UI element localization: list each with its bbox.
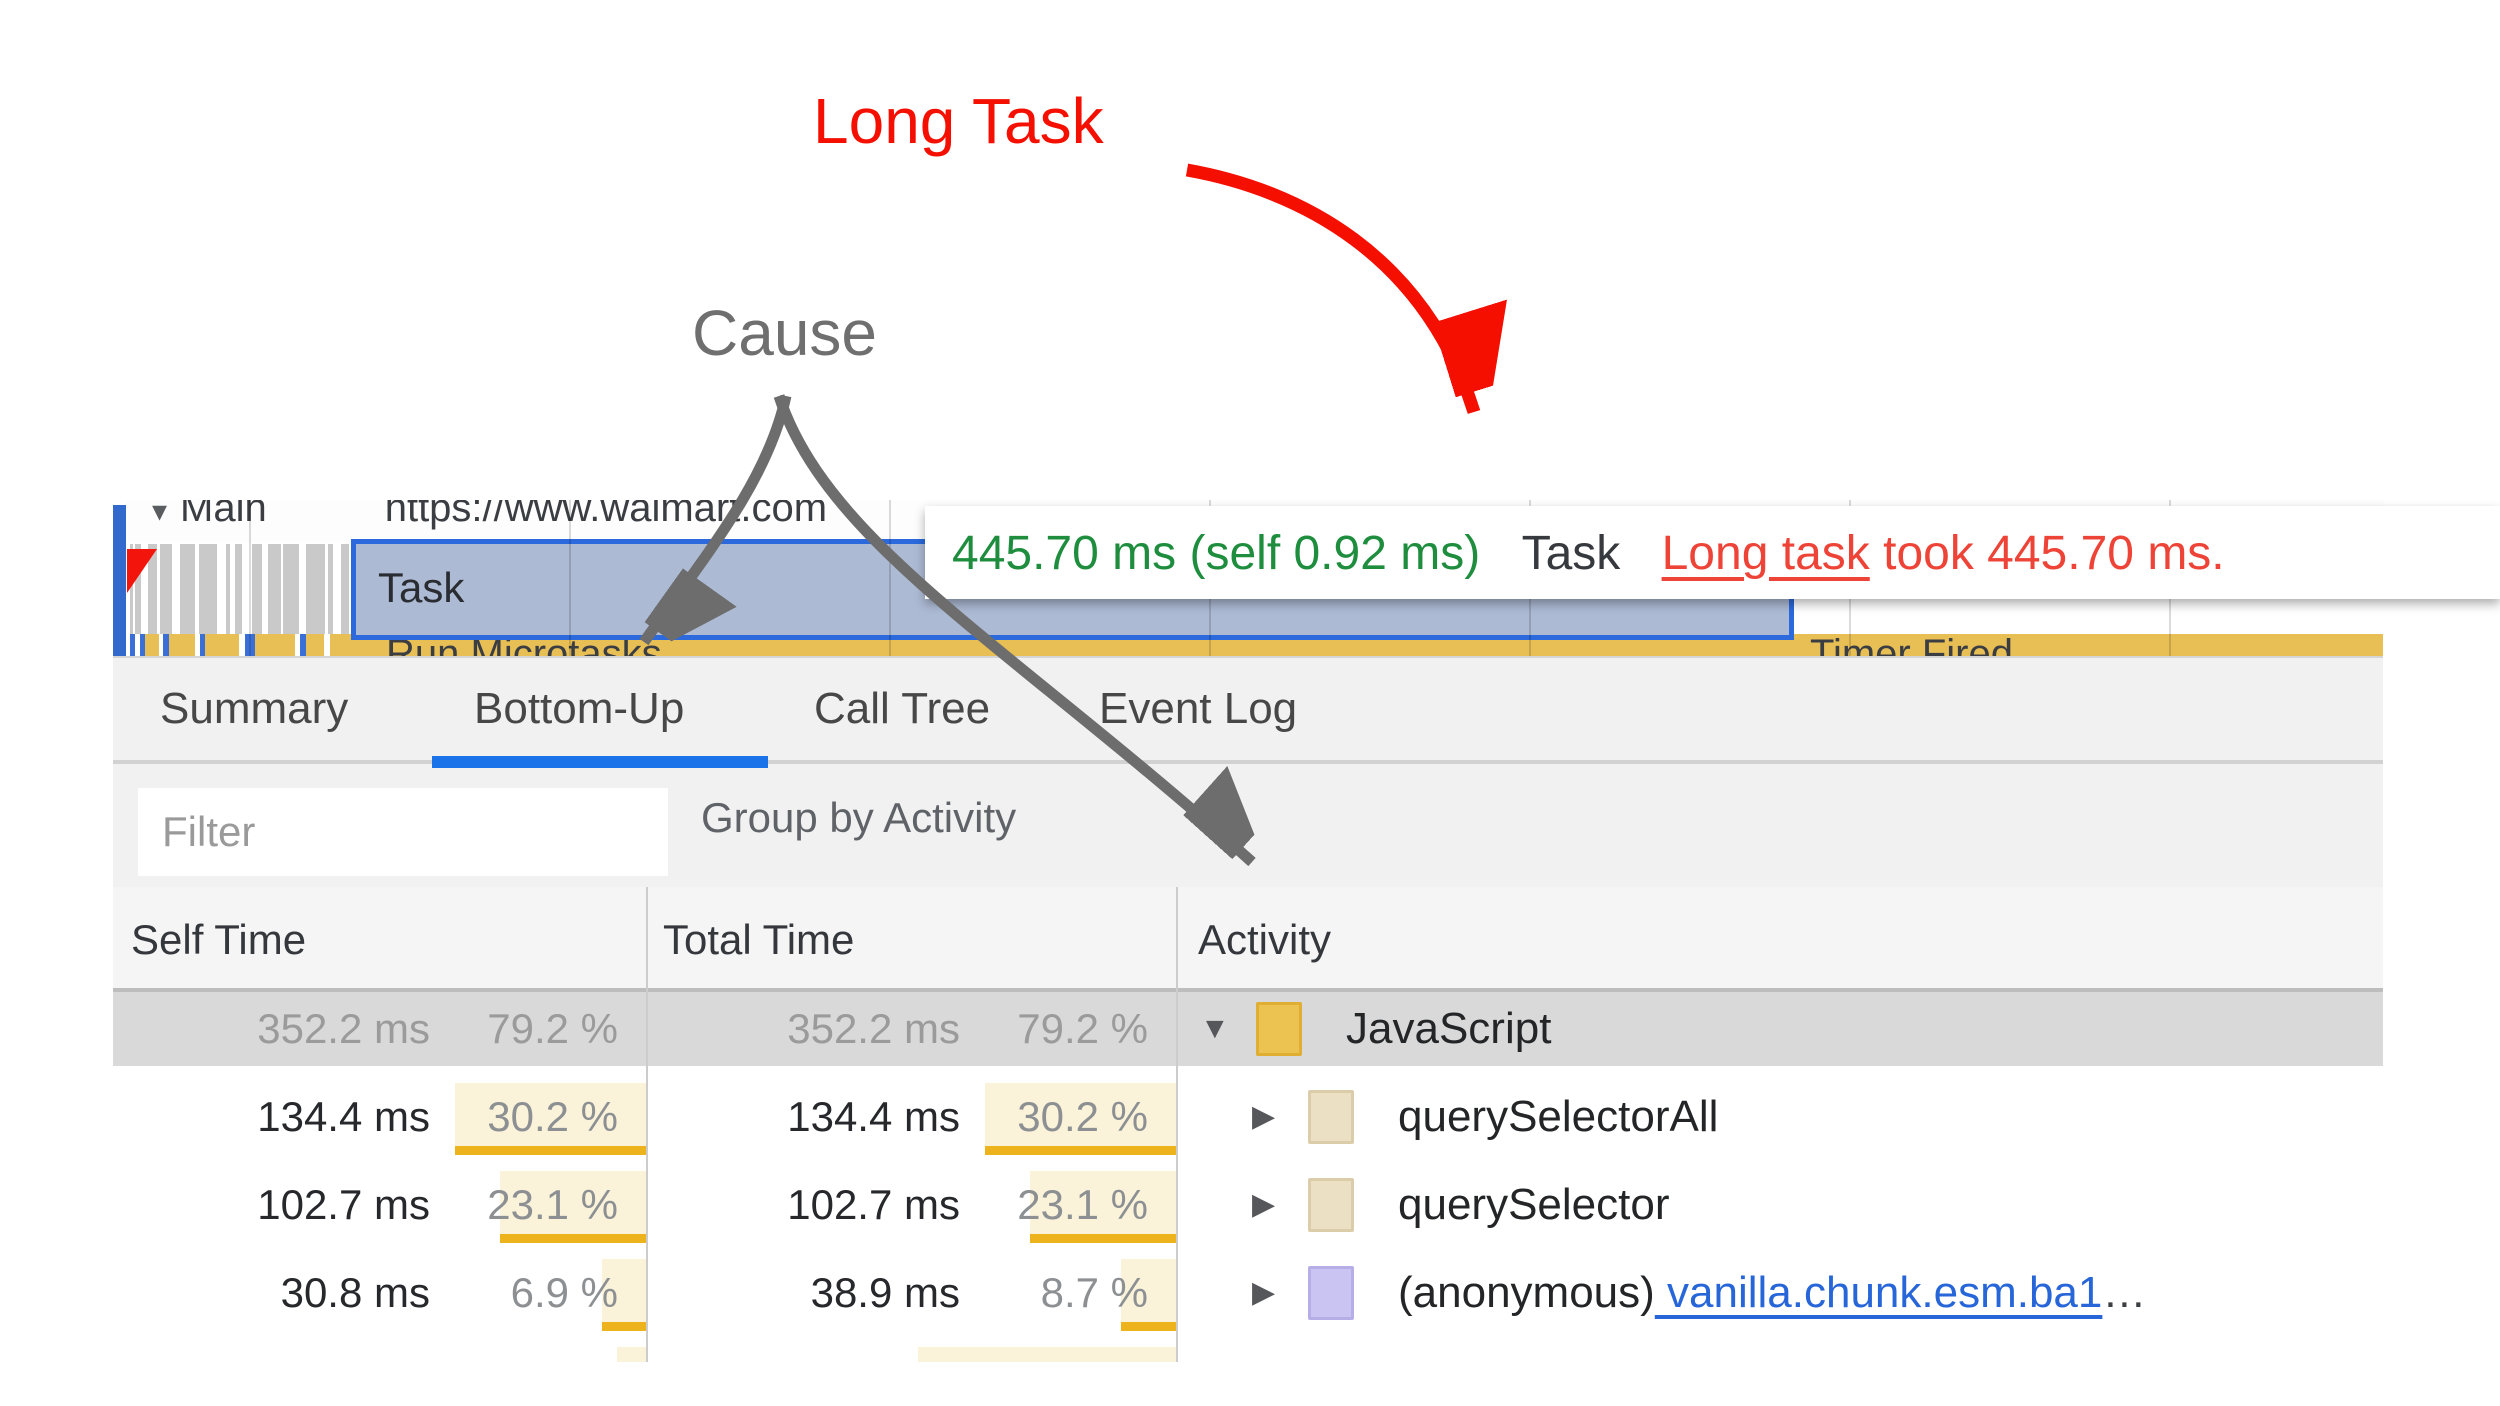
percent-value: 79.2 %: [1017, 1005, 1148, 1052]
percent-value: 8.7 %: [1040, 1269, 1148, 1316]
activity-name: (anonymous) vanilla.chunk.esm.ba1…: [1398, 1256, 2146, 1330]
activity-color-swatch-icon: [1256, 1002, 1302, 1056]
activity-color-swatch-icon: [1308, 1090, 1354, 1144]
timeline-gridline: [889, 500, 891, 656]
activity-name-text: querySelectorAll: [1398, 1092, 1719, 1141]
active-tab-underline: [432, 756, 768, 768]
expand-icon[interactable]: ▶: [1252, 1080, 1275, 1154]
tab-summary[interactable]: Summary: [160, 684, 348, 734]
track-selection-strip: [113, 505, 126, 656]
percent-value: 30.2 %: [487, 1093, 618, 1140]
bottom-up-panel: Summary Bottom-Up Call Tree Event Log Gr…: [113, 656, 2383, 1362]
timer-fired-event[interactable]: Timer Fired: [1810, 634, 2013, 656]
column-divider[interactable]: [1176, 887, 1178, 1362]
group-by-select[interactable]: Group by Activity: [701, 794, 1016, 842]
track-url: https://www.walmart.com: [384, 500, 828, 530]
activity-color-swatch-icon: [1308, 1178, 1354, 1232]
task-tooltip: 445.70 ms (self 0.92 ms) Task Long task …: [925, 506, 2500, 599]
expand-icon[interactable]: ▶: [1252, 1168, 1275, 1242]
table-row[interactable]: 134.4 ms 30.2 % 134.4 ms 30.2 % ▶ querySelect…: [113, 1080, 2383, 1168]
heat-bar: [918, 1347, 1176, 1362]
source-location-link[interactable]: vanilla.chunk.esm.ba1: [1655, 1268, 2102, 1317]
timeline-gridline: [569, 500, 571, 656]
tab-call-tree[interactable]: Call Tree: [814, 684, 990, 734]
page: { "annotations": { "long_task": "Long Ta…: [0, 0, 2500, 1406]
table-row[interactable]: 352.2 ms 79.2 % 352.2 ms 79.2 % ▼ JavaScript: [113, 992, 2383, 1080]
activity-color-swatch-icon: [1308, 1266, 1354, 1320]
percent-value: 6.9 %: [510, 1269, 618, 1316]
long-task-annotation: Long Task: [813, 85, 1104, 157]
tooltip-warning-text: took 445.70 ms.: [1869, 527, 2225, 580]
collapse-icon[interactable]: ▼: [1200, 992, 1230, 1066]
scripting-band-stripes: [130, 634, 356, 656]
tooltip-duration: 445.70 ms (self 0.92 ms): [952, 527, 1481, 580]
chevron-down-icon[interactable]: ▼: [1205, 804, 1237, 841]
expand-icon[interactable]: ▶: [1252, 1256, 1275, 1330]
tab-bottom-up[interactable]: Bottom-Up: [474, 684, 684, 734]
activity-name-text: JavaScript: [1346, 1004, 1552, 1053]
tooltip-long-task-link[interactable]: Long task: [1662, 527, 1870, 580]
track-disclosure-icon[interactable]: ▾: [126, 500, 180, 529]
track-name: Main: [180, 500, 267, 530]
long-task-arrow: [1185, 163, 1474, 414]
activity-name: querySelectorAll: [1398, 1080, 1718, 1154]
column-divider[interactable]: [646, 887, 648, 1362]
filter-input[interactable]: [138, 788, 668, 876]
detail-tabs: Summary Bottom-Up Call Tree Event Log: [113, 658, 2383, 768]
tooltip-event-name: Task: [1521, 527, 1621, 580]
percent-value: 30.2 %: [1017, 1093, 1148, 1140]
truncation-ellipsis: …: [2102, 1268, 2147, 1317]
bottom-up-toolbar: Group by Activity ▼: [113, 768, 2383, 997]
column-header-activity[interactable]: Activity: [1198, 887, 1331, 992]
heat-bar: [617, 1347, 646, 1362]
timeline-gridline: [249, 500, 251, 656]
activity-name-text: querySelector: [1398, 1180, 1670, 1229]
cause-annotation: Cause: [692, 297, 877, 369]
column-header-total-time[interactable]: Total Time: [663, 887, 854, 992]
tab-event-log[interactable]: Event Log: [1099, 684, 1297, 734]
table-header: Self Time Total Time Activity: [113, 887, 2383, 992]
flamechart-activity-stripes: [130, 544, 352, 636]
table-row[interactable]: 102.7 ms 23.1 % 102.7 ms 23.1 % ▶ querySelect…: [113, 1168, 2383, 1256]
table-row[interactable]: 30.8 ms 6.9 % 38.9 ms 8.7 % ▶ (anonymous) van…: [113, 1256, 2383, 1344]
activity-name-text: (anonymous): [1398, 1268, 1655, 1317]
column-header-self-time[interactable]: Self Time: [131, 887, 306, 992]
table-row-partial[interactable]: [113, 1344, 2383, 1362]
percent-value: 23.1 %: [487, 1181, 618, 1228]
percent-value: 79.2 %: [487, 1005, 618, 1052]
activity-name: querySelector: [1398, 1168, 1669, 1242]
percent-value: 23.1 %: [1017, 1181, 1148, 1228]
activity-name: JavaScript: [1346, 992, 1551, 1066]
